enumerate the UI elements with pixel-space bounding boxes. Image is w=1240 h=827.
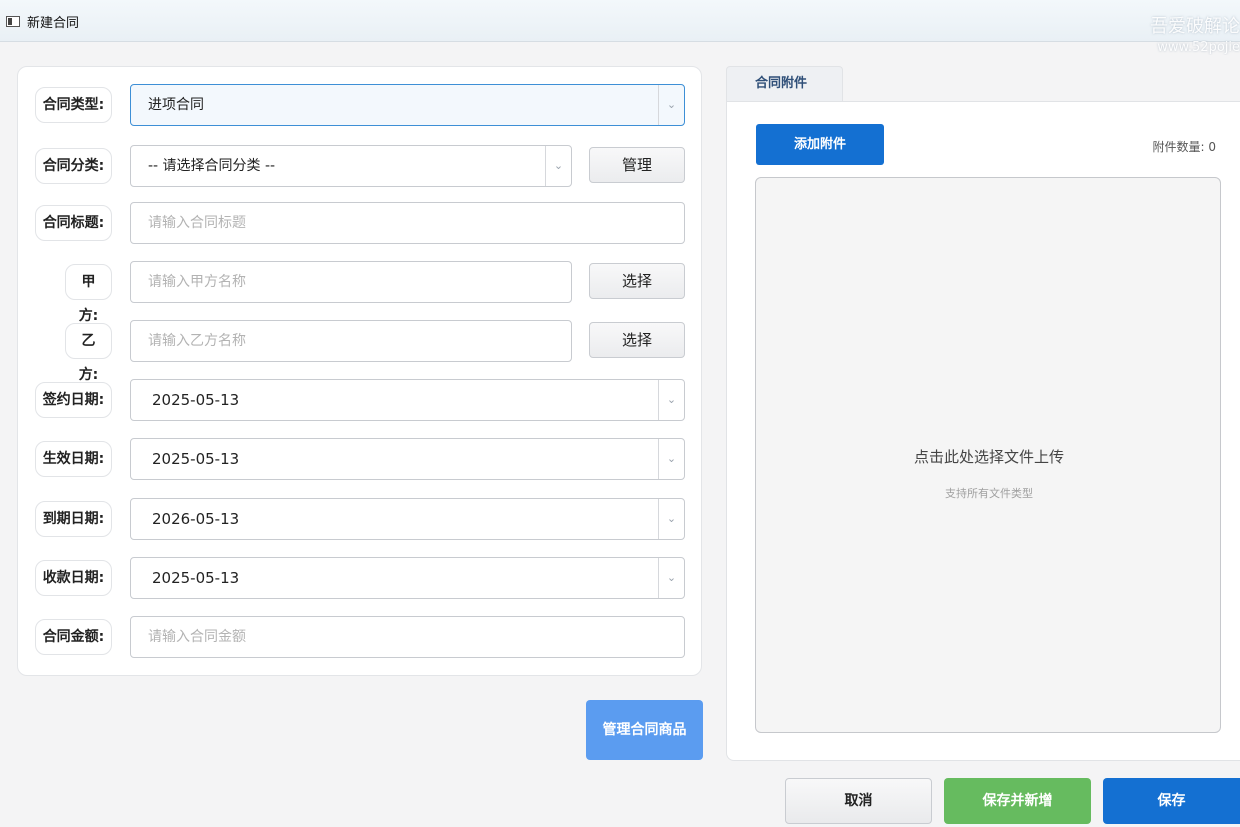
contract-category-select[interactable]: -- 请选择合同分类 -- ⌄ (130, 145, 572, 187)
effective-date-value: 2025-05-13 (152, 450, 240, 468)
party-a-input[interactable]: 请输入甲方名称 (130, 261, 572, 303)
cancel-button[interactable]: 取消 (785, 778, 932, 824)
dropzone-subhint: 支持所有文件类型 (945, 487, 1033, 500)
window-title: 新建合同 (27, 16, 80, 31)
payment-date-picker[interactable]: 2025-05-13 ⌄ (130, 557, 685, 599)
effective-date-picker[interactable]: 2025-05-13 ⌄ (130, 438, 685, 480)
effective-date-row: 生效日期: 2025-05-13 ⌄ (18, 438, 703, 480)
chevron-down-icon[interactable]: ⌄ (658, 499, 684, 539)
contract-category-row: 合同分类: -- 请选择合同分类 -- ⌄ 管理 (18, 145, 703, 187)
payment-date-row: 收款日期: 2025-05-13 ⌄ (18, 557, 703, 599)
sign-date-row: 签约日期: 2025-05-13 ⌄ (18, 379, 703, 421)
contract-type-row: 合同类型: 进项合同 ⌄ (18, 84, 703, 126)
effective-date-label: 生效日期: (35, 441, 112, 477)
contract-category-label: 合同分类: (35, 148, 112, 184)
party-b-label: 乙方: (65, 323, 112, 383)
chevron-down-icon[interactable]: ⌄ (545, 146, 571, 186)
attachments-panel: 添加附件 附件数量: 0 点击此处选择文件上传 支持所有文件类型 (726, 101, 1240, 761)
title-bar: 新建合同 吾爱破解论 www.52pojie (0, 0, 1240, 55)
contract-type-label: 合同类型: (35, 87, 112, 123)
party-a-label: 甲方: (65, 264, 112, 324)
expiry-date-row: 到期日期: 2026-05-13 ⌄ (18, 498, 703, 540)
manage-category-button[interactable]: 管理 (589, 147, 685, 183)
tab-contract-attachments[interactable]: 合同附件 (726, 66, 843, 102)
sign-date-picker[interactable]: 2025-05-13 ⌄ (130, 379, 685, 421)
save-and-new-button[interactable]: 保存并新增 (944, 778, 1091, 824)
file-dropzone[interactable]: 点击此处选择文件上传 支持所有文件类型 (755, 177, 1221, 733)
amount-row: 合同金额: 请输入合同金额 (18, 616, 703, 658)
party-b-input[interactable]: 请输入乙方名称 (130, 320, 572, 362)
contract-title-row: 合同标题: 请输入合同标题 (18, 202, 703, 244)
chevron-down-icon[interactable]: ⌄ (658, 558, 684, 598)
contract-title-input[interactable]: 请输入合同标题 (130, 202, 685, 244)
attachment-count: 附件数量: 0 (1152, 140, 1217, 154)
expiry-date-picker[interactable]: 2026-05-13 ⌄ (130, 498, 685, 540)
save-button[interactable]: 保存 (1103, 778, 1240, 824)
chevron-down-icon[interactable]: ⌄ (658, 85, 684, 125)
payment-date-label: 收款日期: (35, 560, 112, 596)
manage-contract-goods-button[interactable]: 管理合同商品 (586, 700, 703, 760)
amount-input[interactable]: 请输入合同金额 (130, 616, 685, 658)
amount-label: 合同金额: (35, 619, 112, 655)
expiry-date-label: 到期日期: (35, 501, 112, 537)
dropzone-hint: 点击此处选择文件上传 (913, 448, 1064, 466)
add-attachment-button[interactable]: 添加附件 (756, 124, 884, 165)
watermark-url: www.52pojie (1157, 40, 1240, 55)
payment-date-value: 2025-05-13 (152, 569, 240, 587)
contract-type-select[interactable]: 进项合同 ⌄ (130, 84, 685, 126)
contract-category-value: -- 请选择合同分类 -- (148, 158, 276, 174)
contract-type-value: 进项合同 (148, 97, 204, 113)
chevron-down-icon[interactable]: ⌄ (658, 439, 684, 479)
sign-date-value: 2025-05-13 (152, 391, 240, 409)
select-party-b-button[interactable]: 选择 (589, 322, 685, 358)
watermark-text: 吾爱破解论 (1150, 16, 1240, 37)
sign-date-label: 签约日期: (35, 382, 112, 418)
window-icon (6, 16, 20, 27)
contract-form: 合同类型: 进项合同 ⌄ 合同分类: -- 请选择合同分类 -- ⌄ 管理 合同… (17, 66, 702, 676)
contract-title-label: 合同标题: (35, 205, 112, 241)
party-a-row: 甲方: 请输入甲方名称 选择 (18, 261, 703, 324)
party-b-row: 乙方: 请输入乙方名称 选择 (18, 320, 703, 383)
chevron-down-icon[interactable]: ⌄ (658, 380, 684, 420)
expiry-date-value: 2026-05-13 (152, 510, 240, 528)
select-party-a-button[interactable]: 选择 (589, 263, 685, 299)
